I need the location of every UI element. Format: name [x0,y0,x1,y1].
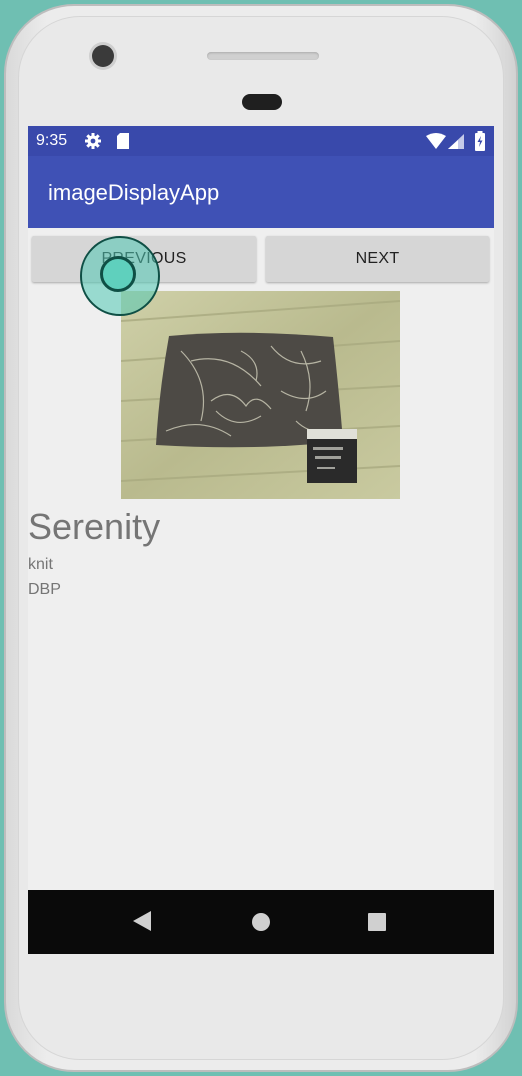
app-bar: imageDisplayApp [28,156,494,228]
earpiece-speaker [207,52,319,60]
gear-icon [84,132,102,155]
back-icon[interactable] [132,910,152,937]
sd-card-icon [116,132,130,155]
home-icon[interactable] [251,912,271,937]
navigation-bar [28,890,494,954]
next-button[interactable]: NEXT [266,236,489,282]
recents-icon[interactable] [367,912,387,937]
next-button-label: NEXT [355,250,400,267]
item-name: Serenity [28,506,161,547]
app-title: imageDisplayApp [48,180,220,205]
status-time: 9:35 [36,132,68,149]
cell-signal-icon [448,134,464,154]
status-bar: 9:35 [28,126,494,156]
fabric-image [121,291,400,499]
battery-icon [474,131,486,156]
wifi-icon [426,133,446,154]
touch-point [100,256,136,292]
front-camera [92,45,114,67]
item-type: knit [28,556,53,573]
proximity-sensor [242,94,282,110]
item-brand: DBP [28,581,61,598]
